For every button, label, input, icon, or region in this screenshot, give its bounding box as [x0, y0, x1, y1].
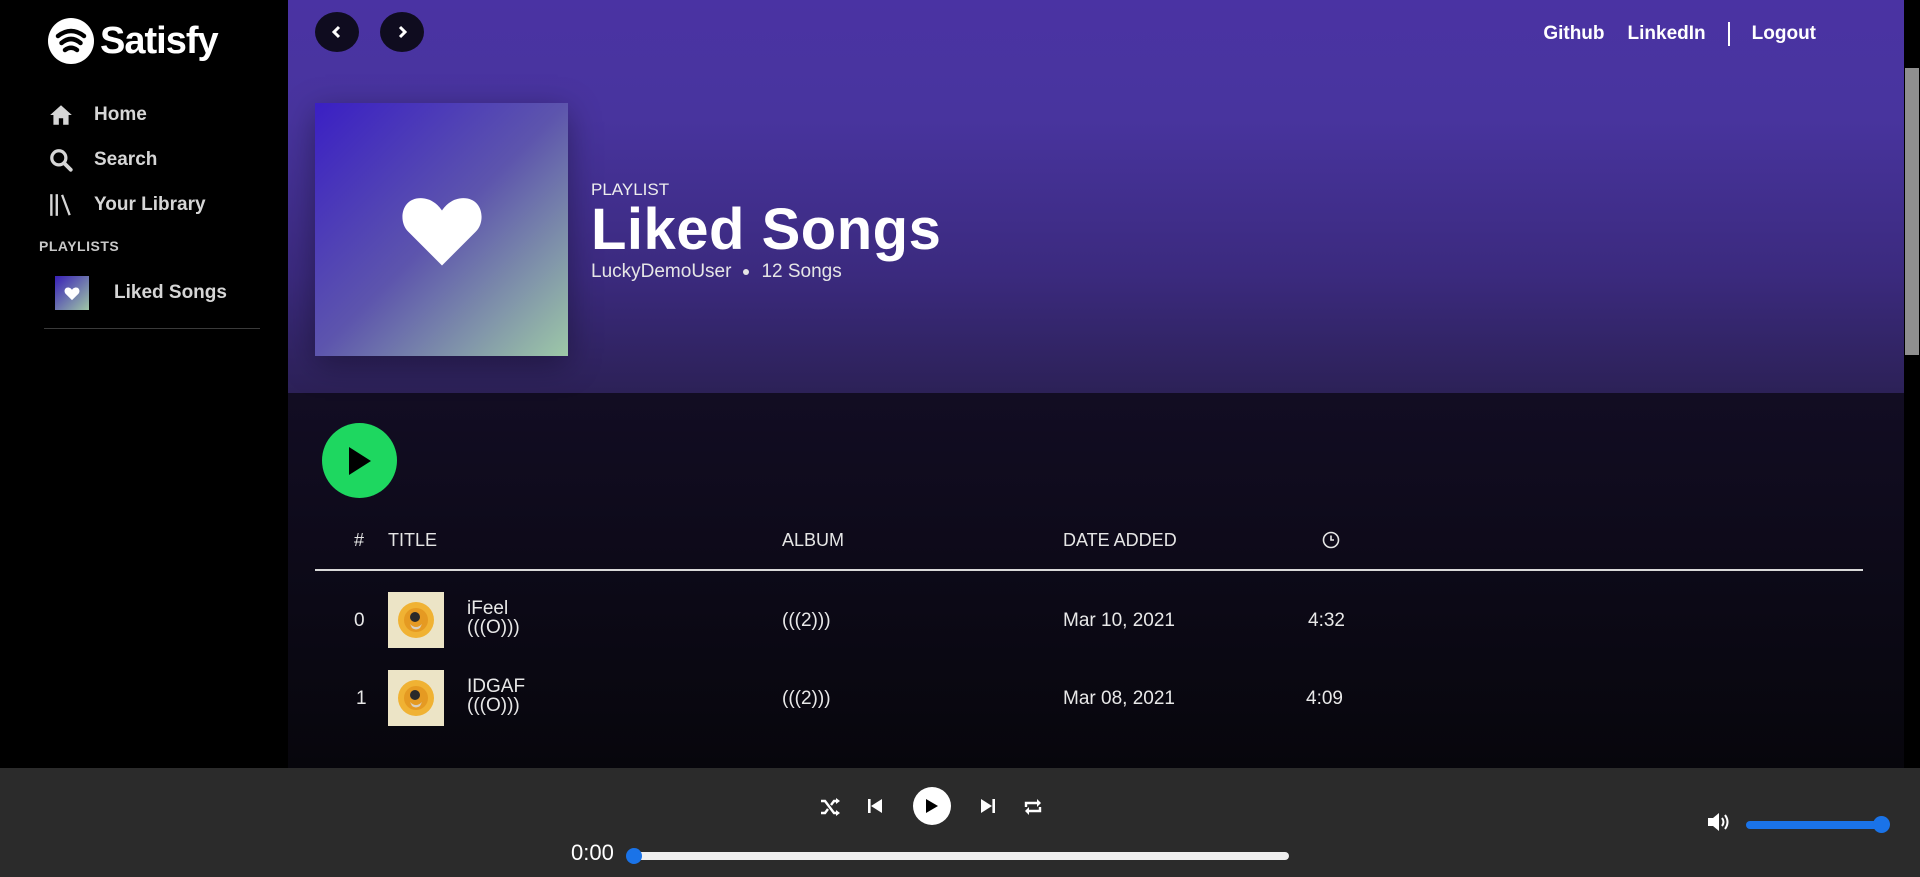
sidebar-divider [44, 328, 260, 329]
skip-back-icon [868, 799, 882, 813]
playlist-meta: LuckyDemoUser 12 Songs [591, 261, 941, 283]
table-header-divider [315, 569, 1863, 571]
song-count: 12 Songs [761, 261, 842, 282]
logo-icon [48, 18, 94, 64]
track-album[interactable]: (((2))) [782, 610, 831, 632]
track-artist[interactable]: (((O))) [467, 618, 520, 637]
sidebar-item-label: Home [94, 103, 147, 125]
playlist-label: Liked Songs [114, 282, 227, 303]
header-links: Github LinkedIn Logout [1543, 22, 1816, 46]
elapsed-time: 0:00 [571, 840, 614, 865]
track-table-header: # TITLE ALBUM DATE ADDED [288, 530, 1904, 550]
app-logo[interactable]: Satisfy [48, 18, 219, 64]
clock-icon [1322, 531, 1340, 554]
track-title[interactable]: iFeel [467, 599, 520, 618]
chevron-right-icon [398, 25, 408, 39]
player-bar: 0:00 [0, 768, 1920, 877]
play-pause-button[interactable] [913, 787, 951, 825]
playlist-cover [315, 103, 568, 356]
next-button[interactable] [980, 798, 996, 819]
table-row[interactable]: 0 iFeel (((O))) (((2))) Mar 10, 2021 4:3… [288, 590, 1904, 650]
sidebar-item-label: Search [94, 148, 158, 170]
progress-bar[interactable] [632, 852, 1289, 860]
search-icon [50, 148, 73, 172]
main-content: Github LinkedIn Logout PLAYLIST Liked So… [288, 0, 1904, 768]
playlist-thumbnail [55, 276, 89, 310]
volume-handle[interactable] [1873, 816, 1890, 833]
sidebar-item-home[interactable]: Home [48, 92, 206, 137]
volume-slider[interactable] [1746, 821, 1880, 829]
column-album[interactable]: ALBUM [782, 530, 844, 551]
app-name: Satisfy [100, 19, 219, 62]
github-link[interactable]: Github [1543, 23, 1604, 45]
track-date-added: Mar 08, 2021 [1063, 688, 1175, 709]
logout-link[interactable]: Logout [1752, 23, 1816, 45]
album-art [388, 670, 444, 726]
sidebar-item-label: Your Library [94, 193, 206, 215]
heart-icon [64, 287, 80, 300]
playlists-heading: PLAYLISTS [39, 238, 120, 254]
progress-handle[interactable] [626, 848, 642, 864]
volume-icon [1708, 813, 1729, 831]
linkedin-link[interactable]: LinkedIn [1628, 23, 1706, 45]
sidebar-playlist-liked-songs[interactable]: Liked Songs [55, 276, 227, 310]
sidebar-nav: Home Search Your Library [48, 92, 206, 227]
column-number: # [354, 530, 365, 550]
track-duration: 4:32 [1308, 610, 1345, 631]
album-art [388, 592, 444, 648]
shuffle-icon [821, 798, 840, 816]
library-icon [50, 193, 71, 216]
skip-forward-icon [981, 799, 995, 813]
column-date-added[interactable]: DATE ADDED [1063, 530, 1177, 551]
repeat-button[interactable] [1023, 798, 1043, 821]
track-date-added: Mar 10, 2021 [1063, 610, 1175, 631]
track-title-block: IDGAF (((O))) [467, 677, 525, 715]
track-number: 0 [354, 610, 365, 631]
app-root: Satisfy Home Search Your Library PLAYLIS… [0, 0, 1920, 877]
playlist-owner[interactable]: LuckyDemoUser [591, 261, 731, 283]
track-title[interactable]: IDGAF [467, 677, 525, 696]
play-icon [348, 446, 371, 475]
volume-button[interactable] [1707, 811, 1731, 838]
playlist-info: PLAYLIST Liked Songs LuckyDemoUser 12 So… [591, 180, 941, 283]
previous-button[interactable] [867, 798, 883, 819]
repeat-icon [1024, 799, 1042, 815]
track-number: 1 [356, 688, 367, 709]
scrollbar-thumb[interactable] [1905, 68, 1919, 355]
play-playlist-button[interactable] [322, 423, 397, 498]
header-divider [1727, 22, 1730, 46]
track-duration: 4:09 [1306, 688, 1343, 709]
sidebar-item-library[interactable]: Your Library [48, 182, 206, 227]
play-icon [926, 799, 938, 813]
back-button[interactable] [315, 12, 359, 52]
shuffle-button[interactable] [820, 798, 840, 821]
home-icon [50, 104, 72, 125]
forward-button[interactable] [380, 12, 424, 52]
chevron-left-icon [331, 25, 341, 39]
sidebar: Satisfy Home Search Your Library PLAYLIS… [0, 0, 288, 768]
track-album[interactable]: (((2))) [782, 688, 831, 710]
sidebar-item-search[interactable]: Search [48, 137, 206, 182]
heart-icon [401, 197, 482, 265]
track-title-block: iFeel (((O))) [467, 599, 520, 637]
page-title: Liked Songs [591, 197, 942, 262]
track-artist[interactable]: (((O))) [467, 696, 525, 715]
table-row[interactable]: 1 IDGAF (((O))) (((2))) Mar 08, 2021 4:0… [288, 668, 1904, 728]
meta-separator-dot [743, 269, 750, 275]
column-title[interactable]: TITLE [388, 530, 437, 551]
